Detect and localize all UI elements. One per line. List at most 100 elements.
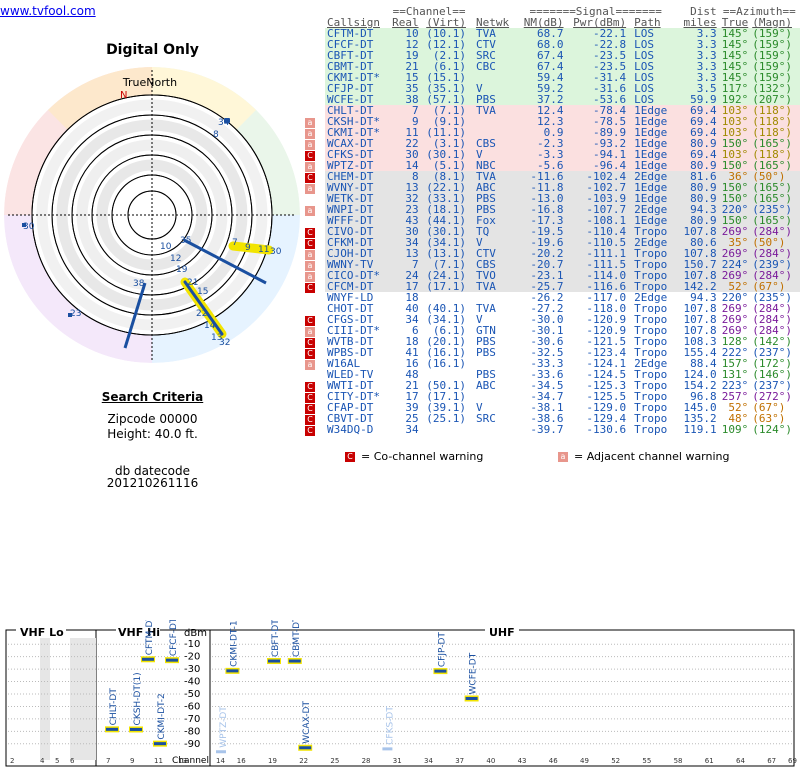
polar-station-label: 15 — [197, 287, 208, 297]
channel-tick-label: 52 — [611, 757, 620, 765]
station-callsign-label: CKSH-DT(1) — [133, 672, 143, 725]
spectrum-frame — [5, 629, 795, 767]
cell-virtual-channel: (17.1) — [426, 280, 466, 293]
cell-network: SRC — [475, 412, 496, 425]
polar-station-label: 7 — [232, 238, 238, 248]
polar-chart: N 834301035 7 9 11 30121921153823 22141332 — [4, 67, 300, 363]
adjacent-channel-flag: a — [305, 360, 315, 370]
y-axis-unit: dBm — [184, 628, 207, 639]
station-callsign-label: CKMI-DT-1 — [229, 620, 239, 666]
search-criteria-title: Search Criteria — [101, 390, 204, 404]
y-tick-label: -90 — [184, 739, 200, 750]
channel-tick-label: 14 — [216, 757, 225, 765]
station-callsign-label: CBFT-DT — [271, 620, 281, 657]
y-tick-label: -30 — [184, 664, 200, 675]
station-row[interactable]: W34DQ-D 34 -39.7 -130.6 Tropo 119.1 109° (124°) — [325, 424, 800, 435]
channel-tick-label: 31 — [393, 757, 402, 765]
cell-path: Tropo — [634, 423, 668, 436]
polar-station-label: 19 — [176, 265, 188, 275]
polar-station-label: 30 — [23, 222, 35, 232]
cell-network: ABC — [475, 379, 496, 392]
north-marker: N — [120, 90, 127, 101]
polar-station-label: 35 — [180, 236, 191, 246]
channel-tick-label: 19 — [268, 757, 277, 765]
channel-tick-label: 34 — [424, 757, 433, 765]
channel-tick-label: 9 — [130, 757, 134, 765]
co-channel-flag: C — [305, 151, 315, 161]
y-tick-label: -70 — [184, 714, 200, 725]
true-north-label: TrueNorth — [122, 76, 178, 89]
channel-tick-label: 4 — [40, 757, 45, 765]
polar-station-label: 38 — [133, 279, 145, 289]
polar-station-label: 34 — [218, 118, 230, 128]
cell-network: TVA — [475, 104, 496, 117]
co-channel-flag: C — [305, 228, 315, 238]
channel-tick-label: 55 — [642, 757, 651, 765]
y-tick-label: -40 — [184, 677, 200, 688]
cell-virtual-channel: (16.1) — [426, 357, 466, 370]
polar-station-label: 32 — [219, 338, 230, 348]
co-channel-flag: C — [305, 426, 315, 436]
channel-tick-label: 37 — [455, 757, 464, 765]
co-channel-flag: C — [305, 393, 315, 403]
polar-station-label: 11 — [258, 245, 269, 255]
channel-tick-label: 28 — [362, 757, 371, 765]
polar-station-label: 23 — [70, 309, 81, 319]
cell-network: CBC — [475, 60, 496, 73]
co-channel-flag: C — [305, 338, 315, 348]
station-callsign-label: CFKS-DT — [385, 706, 395, 745]
section-uhf: UHF — [489, 626, 515, 639]
channel-tick-label: 46 — [549, 757, 558, 765]
zipcode-text: Zipcode 00000 — [107, 412, 198, 426]
antenna-height-text: Height: 40.0 ft. — [107, 427, 198, 441]
spectrum-chart: VHF Lo VHF Hi UHFdBm-10-20-30-40-50-60-70-… — [5, 620, 797, 767]
channel-tick-label: 6 — [70, 757, 75, 765]
adjacent-channel-swatch: a — [558, 452, 568, 462]
co-channel-flag: C — [305, 404, 315, 414]
channel-tick-label: 61 — [705, 757, 714, 765]
y-tick-label: -10 — [184, 639, 200, 650]
station-callsign-label: CFCF-DT — [169, 620, 179, 656]
co-channel-flag: C — [305, 173, 315, 183]
station-callsign-label: WCAX-DT — [302, 701, 312, 744]
co-channel-flag: C — [305, 382, 315, 392]
polar-station-label: 8 — [213, 130, 219, 140]
cell-noise-margin: -39.7 — [530, 423, 564, 436]
station-callsign-label: CHLT-DT — [109, 688, 119, 726]
polar-station-label: 22 — [196, 309, 207, 319]
polar-station-label: 30 — [270, 247, 282, 257]
cell-real-channel: 34 — [405, 423, 419, 436]
adjacent-channel-flag: a — [305, 250, 315, 260]
co-channel-flag: C — [305, 239, 315, 249]
co-channel-swatch: C — [345, 452, 355, 462]
station-table-body: CFTM-DT 10 (10.1) TVA 68.7 -22.1 LOS 3.3 145° (15… — [325, 28, 800, 435]
adjacent-channel-flag: a — [305, 129, 315, 139]
channel-tick-label: 22 — [299, 757, 308, 765]
channel-tick-label: 11 — [154, 757, 163, 765]
channel-tick-label: 7 — [106, 757, 110, 765]
channel-tick-label: 69 — [788, 757, 797, 765]
station-callsign-label: WPTZ-DT — [219, 706, 229, 748]
y-tick-label: -50 — [184, 689, 200, 700]
station-callsign-label: CFTM-DT — [145, 620, 155, 655]
y-tick-label: -80 — [184, 726, 200, 737]
co-channel-flag: C — [305, 283, 315, 293]
cell-network: PBS — [475, 346, 496, 359]
adjacent-channel-flag: a — [305, 261, 315, 271]
cell-callsign: W34DQ-D — [327, 423, 374, 436]
station-callsign-label: CFJP-DT — [437, 632, 447, 668]
channel-tick-label: 67 — [767, 757, 776, 765]
polar-station-label: 14 — [204, 321, 216, 331]
cell-azimuth-true: 109° — [721, 423, 749, 436]
adjacent-channel-flag: a — [305, 327, 315, 337]
cell-power: -130.6 — [586, 423, 627, 436]
polar-station-label: 9 — [245, 243, 251, 253]
channel-tick-label: 58 — [674, 757, 683, 765]
page-title: Digital Only — [106, 42, 199, 58]
adjacent-channel-flag: a — [305, 272, 315, 282]
channel-tick-label: 64 — [736, 757, 745, 765]
station-callsign-label: WCFE-DT — [469, 652, 479, 694]
channel-tick-label: 43 — [518, 757, 527, 765]
channel-tick-label: 5 — [55, 757, 59, 765]
adjacent-channel-flag: a — [305, 118, 315, 128]
